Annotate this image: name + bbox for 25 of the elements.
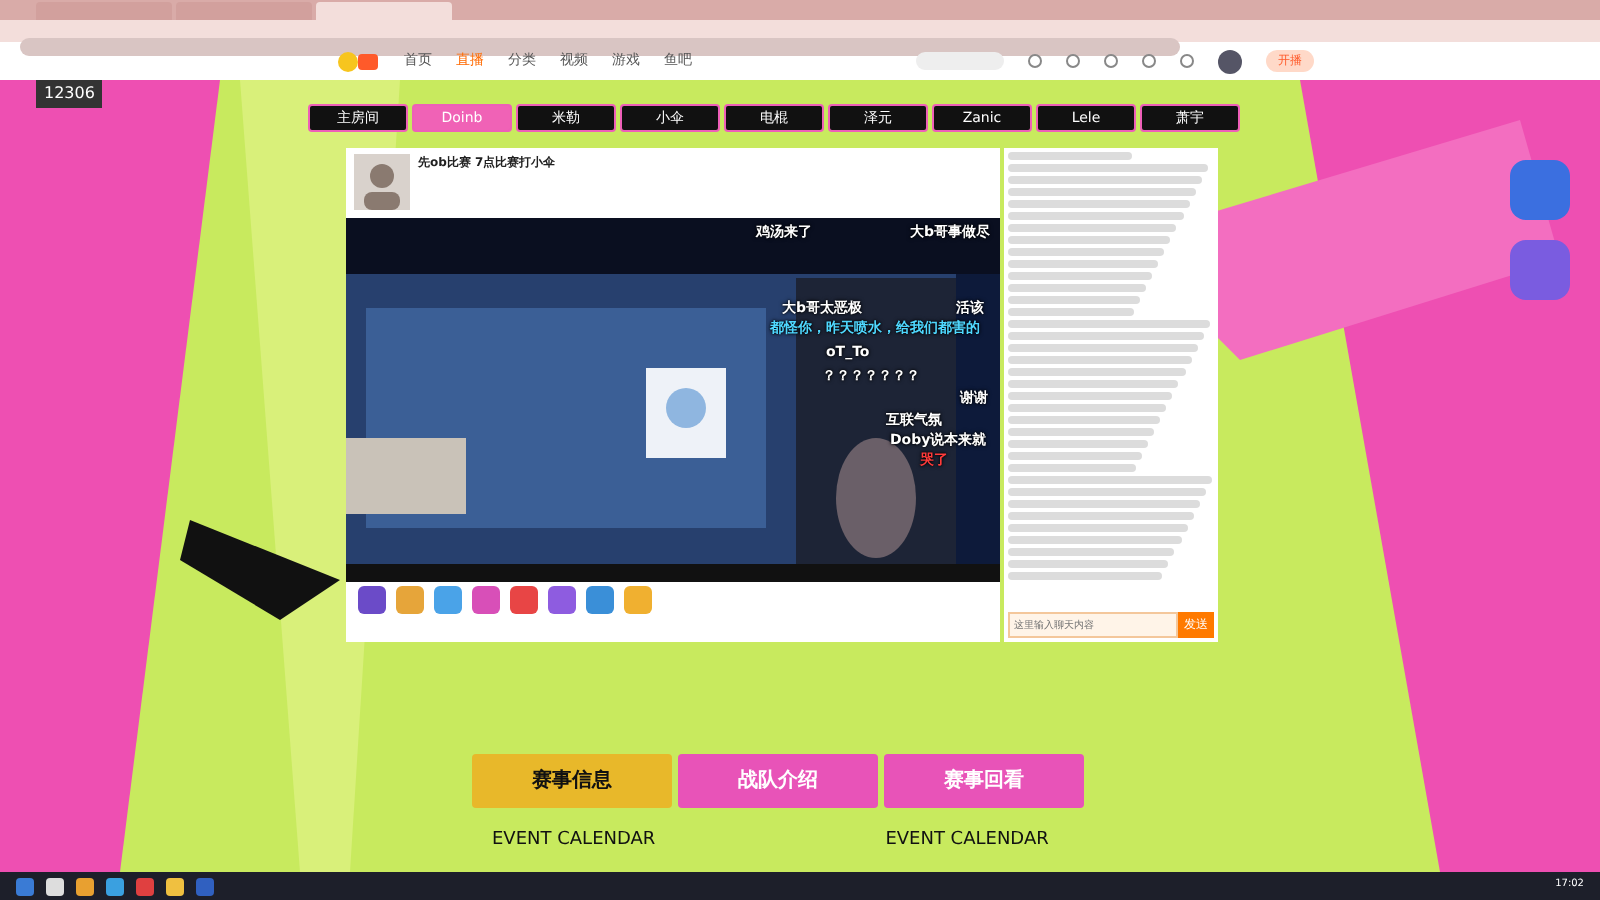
toolbar-icon[interactable] [1142, 53, 1156, 68]
toolbar-icon[interactable] [1104, 53, 1118, 68]
gift-icon[interactable] [358, 586, 386, 614]
chat-message-line [1008, 308, 1134, 316]
gift-icon[interactable] [548, 586, 576, 614]
avatar-icon[interactable] [1218, 49, 1242, 73]
toolbar-icon[interactable] [1180, 53, 1194, 68]
number-badge: 12306 [36, 80, 103, 108]
gift-icon[interactable] [434, 586, 462, 614]
gift-icon[interactable] [586, 586, 614, 614]
toolbar-icon[interactable] [1066, 53, 1080, 68]
chat-message-line [1008, 452, 1142, 460]
chat-message-line [1008, 152, 1132, 160]
chat-message-line [1008, 296, 1140, 304]
toolbar-icon[interactable] [1028, 53, 1042, 68]
chat-message-line [1008, 464, 1136, 472]
section-button[interactable]: 赛事信息 [472, 754, 672, 808]
gift-icon[interactable] [472, 586, 500, 614]
chat-message-line [1008, 284, 1146, 292]
event-heading: EVENT CALENDAR [885, 828, 1049, 854]
chat-message-line [1008, 440, 1149, 448]
search-field[interactable] [916, 52, 1004, 70]
streamer-avatar-icon[interactable] [354, 154, 410, 210]
event-heading: EVENT CALENDAR [492, 828, 656, 854]
gift-icon[interactable] [510, 586, 538, 614]
